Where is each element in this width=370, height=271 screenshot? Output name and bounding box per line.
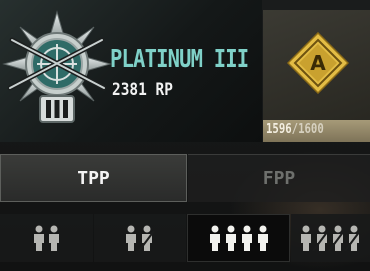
rank-points: 2381 RP (112, 80, 173, 100)
mode-duo-button[interactable] (94, 214, 186, 262)
platinum-rank-emblem-icon (2, 10, 112, 123)
progress-max: /1600 (291, 122, 324, 137)
tier-card: A 1596/1600 (263, 10, 370, 142)
squad-players-icon (209, 225, 268, 251)
mode-solo-button[interactable] (0, 214, 93, 262)
tab-tpp[interactable]: TPP (0, 154, 187, 202)
tier-badge-letter: A (310, 51, 326, 75)
progress-current: 1596 (266, 122, 292, 137)
gold-diamond-badge-icon: A (287, 32, 349, 94)
tier-progress-bar: 1596/1600 (263, 120, 370, 142)
duo-players-icon (126, 225, 155, 251)
squad-fpp-players-icon (300, 225, 361, 251)
mode-squad-button[interactable] (187, 214, 290, 262)
rank-name: PLATINUM III (110, 44, 249, 73)
mode-squad-fpp-button[interactable] (291, 214, 370, 262)
solo-players-icon (33, 225, 59, 251)
rank-card: PLATINUM III 2381 RP (0, 0, 262, 142)
tab-fpp[interactable]: FPP (188, 154, 370, 202)
tier-progress-text: 1596/1600 (266, 122, 324, 137)
